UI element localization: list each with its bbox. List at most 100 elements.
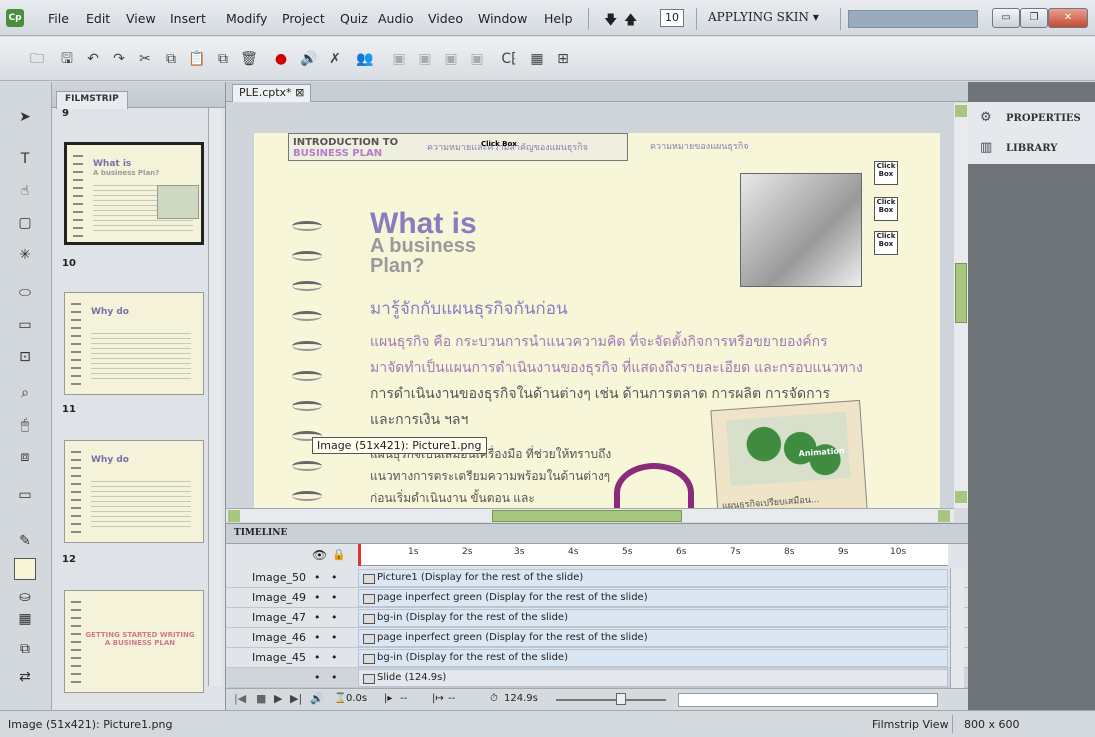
mouse-icon[interactable]: 🖱 xyxy=(14,414,36,436)
shape-icon[interactable]: ▭ xyxy=(14,484,36,506)
rollover-slidelet-icon[interactable]: ⧈ xyxy=(14,446,36,468)
menu-quiz[interactable]: Quiz xyxy=(340,11,368,26)
restore-button[interactable]: ❐ xyxy=(1020,8,1048,28)
cut-icon[interactable]: ✂ xyxy=(136,50,154,68)
eye-icon[interactable]: 👁 xyxy=(312,548,327,562)
align-icon[interactable]: ▣ xyxy=(442,50,460,68)
menu-project[interactable]: Project xyxy=(282,11,325,26)
page-curl-image[interactable] xyxy=(740,173,862,287)
layer-visibility-lock[interactable]: • • xyxy=(314,651,337,664)
last-frame-icon[interactable]: ▶| xyxy=(290,692,302,705)
align-icon[interactable]: ▣ xyxy=(468,50,486,68)
grid-snap-icon[interactable]: ⊞ xyxy=(554,50,572,68)
click-box-2[interactable]: Click Box xyxy=(874,197,898,221)
layer-visibility-lock[interactable]: • • xyxy=(314,591,337,604)
menu-file[interactable]: File xyxy=(48,11,69,26)
slide-number-field[interactable]: 10 xyxy=(660,9,684,27)
duplicate-icon[interactable]: ⧉ xyxy=(214,50,232,68)
paint-bucket-icon[interactable]: ⛀ xyxy=(14,586,36,608)
copy-icon[interactable]: ⧉ xyxy=(162,50,180,68)
align-icon[interactable]: ▣ xyxy=(390,50,408,68)
filmstrip-scrollbar[interactable] xyxy=(208,108,222,686)
layer-visibility-lock[interactable]: • • xyxy=(314,631,337,644)
arrow-down-icon[interactable]: 🡇 xyxy=(604,11,617,33)
button-tool-icon[interactable]: ⬭ xyxy=(14,282,36,304)
image-icon[interactable]: ⊡ xyxy=(14,346,36,368)
text-caption-icon[interactable]: T xyxy=(14,148,36,170)
close-tab-icon[interactable]: ⊠ xyxy=(295,86,304,99)
swap-icon[interactable]: ⇄ xyxy=(14,666,36,688)
timeline-row[interactable]: Image_45 • • bg-in (Display for the rest… xyxy=(226,648,968,668)
menu-view[interactable]: View xyxy=(126,11,156,26)
menu-window[interactable]: Window xyxy=(478,11,527,26)
delete-icon[interactable]: 🗑 xyxy=(240,50,258,68)
properties-tab[interactable]: PROPERTIES xyxy=(1006,113,1081,124)
highlight-box-icon[interactable]: ▢ xyxy=(14,212,36,234)
undo-icon[interactable]: ↶ xyxy=(84,50,102,68)
menu-help[interactable]: Help xyxy=(544,11,573,26)
library-tab[interactable]: LIBRARY xyxy=(1006,143,1057,154)
timeline-bar[interactable]: Picture1 (Display for the rest of the sl… xyxy=(358,569,948,587)
save-icon[interactable]: 🖫 xyxy=(58,50,76,68)
document-tab[interactable]: PLE.cptx* ⊠ xyxy=(232,84,312,102)
menu-audio[interactable]: Audio xyxy=(378,11,414,26)
timeline-slide-row[interactable]: • • Slide (124.9s) xyxy=(226,668,968,688)
minimize-button[interactable]: ▭ xyxy=(992,8,1020,28)
menu-video[interactable]: Video xyxy=(428,11,463,26)
zoom-slider-thumb[interactable] xyxy=(616,693,626,705)
skin-dropdown[interactable]: APPLYING SKIN ▾ xyxy=(708,10,819,24)
pencil-icon[interactable]: ✎ xyxy=(14,530,36,552)
text-entry-icon[interactable]: ▭ xyxy=(14,314,36,336)
timeline-vertical-scrollbar[interactable] xyxy=(950,568,964,688)
playhead[interactable] xyxy=(358,544,361,566)
timeline-row[interactable]: Image_46 • • page inperfect green (Displ… xyxy=(226,628,968,648)
users-icon[interactable]: 👥 xyxy=(356,50,374,68)
timeline-bar[interactable]: bg-in (Display for the rest of the slide… xyxy=(358,649,948,667)
click-box-3[interactable]: Click Box xyxy=(874,231,898,255)
timeline-row[interactable]: Image_50 • • Picture1 (Display for the r… xyxy=(226,568,968,588)
zoom-slider[interactable] xyxy=(556,699,666,701)
layer-visibility-lock[interactable]: • • xyxy=(314,671,337,684)
timeline-row[interactable]: Image_49 • • page inperfect green (Displ… xyxy=(226,588,968,608)
arrow-up-icon[interactable]: 🡅 xyxy=(624,11,637,33)
record-icon[interactable]: ● xyxy=(272,50,290,68)
scroll-thumb[interactable] xyxy=(955,263,967,323)
lock-icon[interactable]: 🔒 xyxy=(332,548,346,561)
filmstrip-slide-12[interactable]: Why do xyxy=(64,440,204,543)
audio-icon[interactable]: 🔊 xyxy=(300,50,318,68)
stop-icon[interactable]: ■ xyxy=(256,692,266,705)
scroll-right-icon[interactable] xyxy=(938,510,950,522)
tools-icon[interactable]: ✗ xyxy=(326,50,344,68)
world-map-image[interactable]: Animation แผนธุรกิจเปรียบเสมือน... xyxy=(710,399,868,508)
filmstrip-tab[interactable]: FILMSTRIP xyxy=(56,91,128,109)
close-button[interactable]: ✕ xyxy=(1048,8,1088,28)
menu-modify[interactable]: Modify xyxy=(226,11,267,26)
search-input[interactable] xyxy=(848,10,978,28)
arrange-icon[interactable]: ⧉ xyxy=(14,638,36,660)
stage-horizontal-scrollbar[interactable] xyxy=(226,508,954,522)
click-box-1[interactable]: Click Box xyxy=(874,161,898,185)
scroll-thumb[interactable] xyxy=(492,510,682,522)
rollover-icon[interactable]: ☝ xyxy=(14,180,36,202)
timeline-horizontal-scrollbar[interactable] xyxy=(678,693,938,707)
open-icon[interactable]: 🗀 xyxy=(28,50,46,68)
stage-vertical-scrollbar[interactable] xyxy=(954,103,968,508)
nav-link-2[interactable]: ความหมายของแผนธุรกิจ xyxy=(650,139,748,153)
filmstrip-slide-10[interactable]: What is A business Plan? xyxy=(64,142,204,245)
library-icon[interactable]: ▥ xyxy=(980,140,992,155)
menu-edit[interactable]: Edit xyxy=(86,11,110,26)
paste-icon[interactable]: 📋 xyxy=(188,50,206,68)
scroll-up-icon[interactable] xyxy=(955,105,967,117)
filmstrip-slide-11[interactable]: Why do xyxy=(64,292,204,395)
redo-icon[interactable]: ↷ xyxy=(110,50,128,68)
slide-bar[interactable]: Slide (124.9s) xyxy=(358,669,948,687)
timeline-bar[interactable]: bg-in (Display for the rest of the slide… xyxy=(358,609,948,627)
timeline-ruler[interactable]: 1s 2s 3s 4s 5s 6s 7s 8s 9s 10s xyxy=(358,544,948,566)
audio-icon[interactable]: 🔊 xyxy=(310,692,324,705)
grid-icon[interactable]: ▦ xyxy=(528,50,546,68)
selection-tool-icon[interactable]: ➤ xyxy=(14,106,36,128)
scroll-left-icon[interactable] xyxy=(228,510,240,522)
menu-insert[interactable]: Insert xyxy=(170,11,206,26)
layer-visibility-lock[interactable]: • • xyxy=(314,571,337,584)
layer-visibility-lock[interactable]: • • xyxy=(314,611,337,624)
